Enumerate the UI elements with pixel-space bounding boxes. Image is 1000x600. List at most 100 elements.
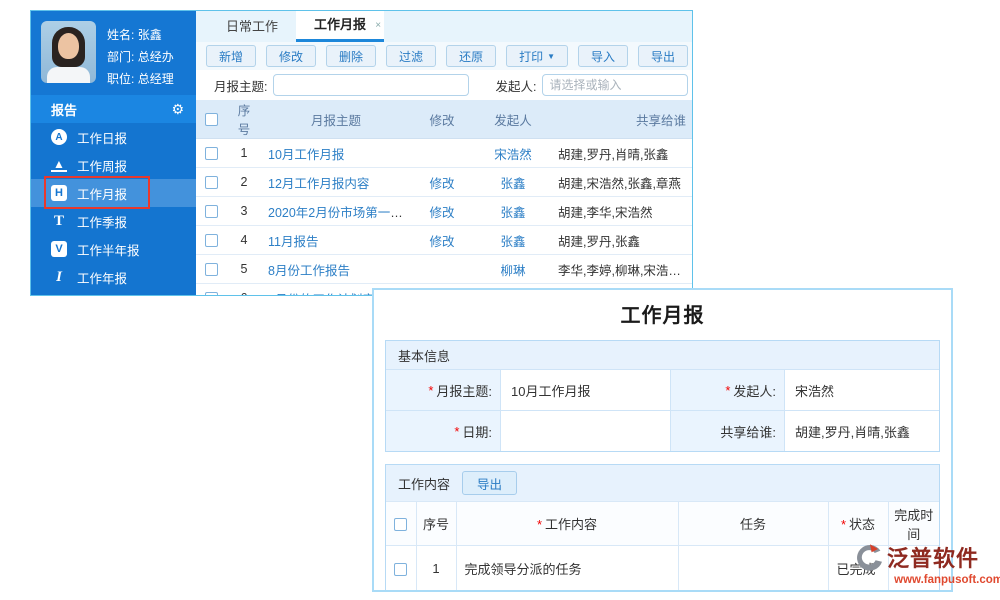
close-icon[interactable]: × (375, 12, 381, 40)
row-checkbox[interactable] (205, 147, 218, 160)
topic-cell: 12月工作月报内容 (262, 168, 410, 197)
basic-info-header: 基本信息 (386, 341, 939, 369)
tab-日常工作[interactable]: 日常工作 (208, 11, 296, 42)
topic-filter-input[interactable] (273, 74, 469, 96)
initiator-link[interactable]: 张鑫 (500, 206, 525, 220)
sidebar-item-工作周报[interactable]: ▲工作周报 (31, 151, 196, 179)
gear-icon[interactable]: ⚙ (171, 101, 184, 118)
topic-link[interactable]: 2020年2月份市场第一步财务... (268, 206, 410, 220)
watermark-brand: 泛普软件 (887, 541, 979, 573)
table-row: 212月工作月报内容修改张鑫胡建,宋浩然,张鑫,章燕 (196, 168, 692, 197)
col-header-序号: 序号 (226, 100, 262, 139)
修改-button[interactable]: 修改 (266, 45, 316, 67)
edit-link[interactable]: 修改 (429, 177, 454, 191)
edit-cell: 修改 (410, 226, 474, 255)
row-checkbox[interactable] (205, 263, 218, 276)
row-number: 2 (226, 168, 262, 197)
shared-cell: 胡建,李华,宋浩然 (552, 197, 692, 226)
导出-button[interactable]: 导出 (638, 45, 688, 67)
sidebar-item-label: 工作半年报 (77, 240, 140, 259)
task-cell (678, 546, 828, 591)
过滤-button[interactable]: 过滤 (386, 45, 436, 67)
row-select-cell (196, 255, 226, 284)
新增-button[interactable]: 新增 (206, 45, 256, 67)
sidebar-item-partial[interactable] (31, 291, 196, 295)
content-col-header-text: 序号 (423, 517, 449, 532)
col-header-月报主题: 月报主题 (262, 100, 410, 139)
field-label-text: 日期: (462, 422, 492, 441)
daily-report-icon: A (51, 129, 67, 145)
topic-cell: 8月份工作报告 (262, 255, 410, 284)
row-checkbox[interactable] (205, 234, 218, 247)
initiator-link[interactable]: 宋浩然 (494, 148, 532, 162)
删除-button[interactable]: 删除 (326, 45, 376, 67)
detail-title: 工作月报 (374, 299, 951, 328)
还原-button[interactable]: 还原 (446, 45, 496, 67)
edit-cell (410, 255, 474, 284)
work-content-header-row: 序号*工作内容任务*状态完成时间 (386, 502, 939, 546)
sidebar-item-工作半年报[interactable]: V 工作半年报 (31, 235, 196, 263)
initiator-cell: 张鑫 (474, 197, 552, 226)
screen: 姓名: 张鑫 部门: 总经办 职位: 总经理 报告 ⚙ A工作日报▲工作周报H工… (0, 0, 1000, 600)
sidebar-header-label: 报告 (51, 100, 77, 119)
content-cell: 完成领导分派的任务 (456, 546, 678, 591)
topic-link[interactable]: 12月工作月报内容 (268, 177, 369, 191)
toolbar: 新增修改删除过滤还原打印▼导入导出查看日志 (196, 42, 692, 70)
sidebar-item-工作年报[interactable]: I工作年报 (31, 263, 196, 291)
sidebar-item-label: 工作季报 (77, 212, 127, 231)
sidebar-item-label: 工作日报 (77, 128, 127, 147)
content-col-header-text: 状态 (849, 517, 875, 532)
basic-info-section: 基本信息 *月报主题:10月工作月报*发起人:宋浩然*日期:共享给谁:胡建,罗丹… (385, 340, 940, 452)
sidebar-header: 报告 ⚙ (31, 95, 196, 123)
edit-cell: 修改 (410, 168, 474, 197)
content-row-select-cell (386, 546, 416, 591)
sidebar-item-工作日报[interactable]: A 工作日报 (31, 123, 196, 151)
content-select-all-header (386, 502, 416, 546)
content-row-checkbox[interactable] (394, 563, 407, 576)
filter-row: 月报主题: 发起人: (196, 70, 692, 100)
basic-info-grid: *月报主题:10月工作月报*发起人:宋浩然*日期:共享给谁:胡建,罗丹,肖晴,张… (386, 369, 939, 451)
work-content-header: 工作内容 导出 (386, 465, 939, 501)
initiator-link[interactable]: 张鑫 (500, 235, 525, 249)
initiator-link[interactable]: 张鑫 (500, 177, 525, 191)
topic-link[interactable]: 1月份的工作计划安排 (268, 293, 387, 297)
select-all-checkbox[interactable] (205, 113, 218, 126)
content-col-header-text: 工作内容 (545, 517, 597, 532)
field-label: *月报主题: (386, 369, 500, 410)
row-checkbox[interactable] (205, 292, 218, 296)
field-label-text: 发起人: (733, 381, 776, 400)
content-col-header-任务: 任务 (678, 502, 828, 546)
report-table: 序号月报主题修改发起人共享给谁 110月工作月报宋浩然胡建,罗丹,肖晴,张鑫21… (196, 100, 692, 296)
half-year-report-icon: V (51, 241, 67, 257)
initiator-cell: 宋浩然 (474, 139, 552, 168)
sidebar-item-工作季报[interactable]: T工作季报 (31, 207, 196, 235)
row-checkbox[interactable] (205, 176, 218, 189)
content-col-header-序号: 序号 (416, 502, 456, 546)
row-checkbox[interactable] (205, 205, 218, 218)
topic-link[interactable]: 8月份工作报告 (268, 264, 350, 278)
export-button[interactable]: 导出 (462, 471, 517, 495)
topic-link[interactable]: 11月报告 (268, 235, 318, 249)
content-col-header-text: 完成时间 (894, 508, 933, 542)
required-asterisk: * (428, 383, 433, 398)
topic-link[interactable]: 10月工作月报 (268, 148, 344, 162)
tab-工作月报[interactable]: 工作月报× (296, 11, 384, 42)
sidebar-item-工作月报[interactable]: H工作月报 (31, 179, 196, 207)
打印-button[interactable]: 打印▼ (506, 45, 568, 67)
initiator-link[interactable]: 柳琳 (500, 264, 525, 278)
tab-bar: 日常工作工作月报× (196, 11, 692, 42)
col-header-修改: 修改 (410, 100, 474, 139)
edit-link[interactable]: 修改 (429, 235, 454, 249)
col-header-发起人: 发起人 (474, 100, 552, 139)
report-table-header-row: 序号月报主题修改发起人共享给谁 (196, 100, 692, 139)
content-col-header-状态: *状态 (828, 502, 888, 546)
topic-cell: 11月报告 (262, 226, 410, 255)
topic-cell: 2020年2月份市场第一步财务... (262, 197, 410, 226)
initiator-filter-input[interactable] (542, 74, 688, 96)
导入-button[interactable]: 导入 (578, 45, 628, 67)
table-row: 110月工作月报宋浩然胡建,罗丹,肖晴,张鑫 (196, 139, 692, 168)
monthly-report-icon: H (51, 185, 67, 201)
edit-link[interactable]: 修改 (429, 206, 454, 220)
content-select-all-checkbox[interactable] (394, 518, 407, 531)
content-col-header-完成时间: 完成时间 (888, 502, 939, 546)
